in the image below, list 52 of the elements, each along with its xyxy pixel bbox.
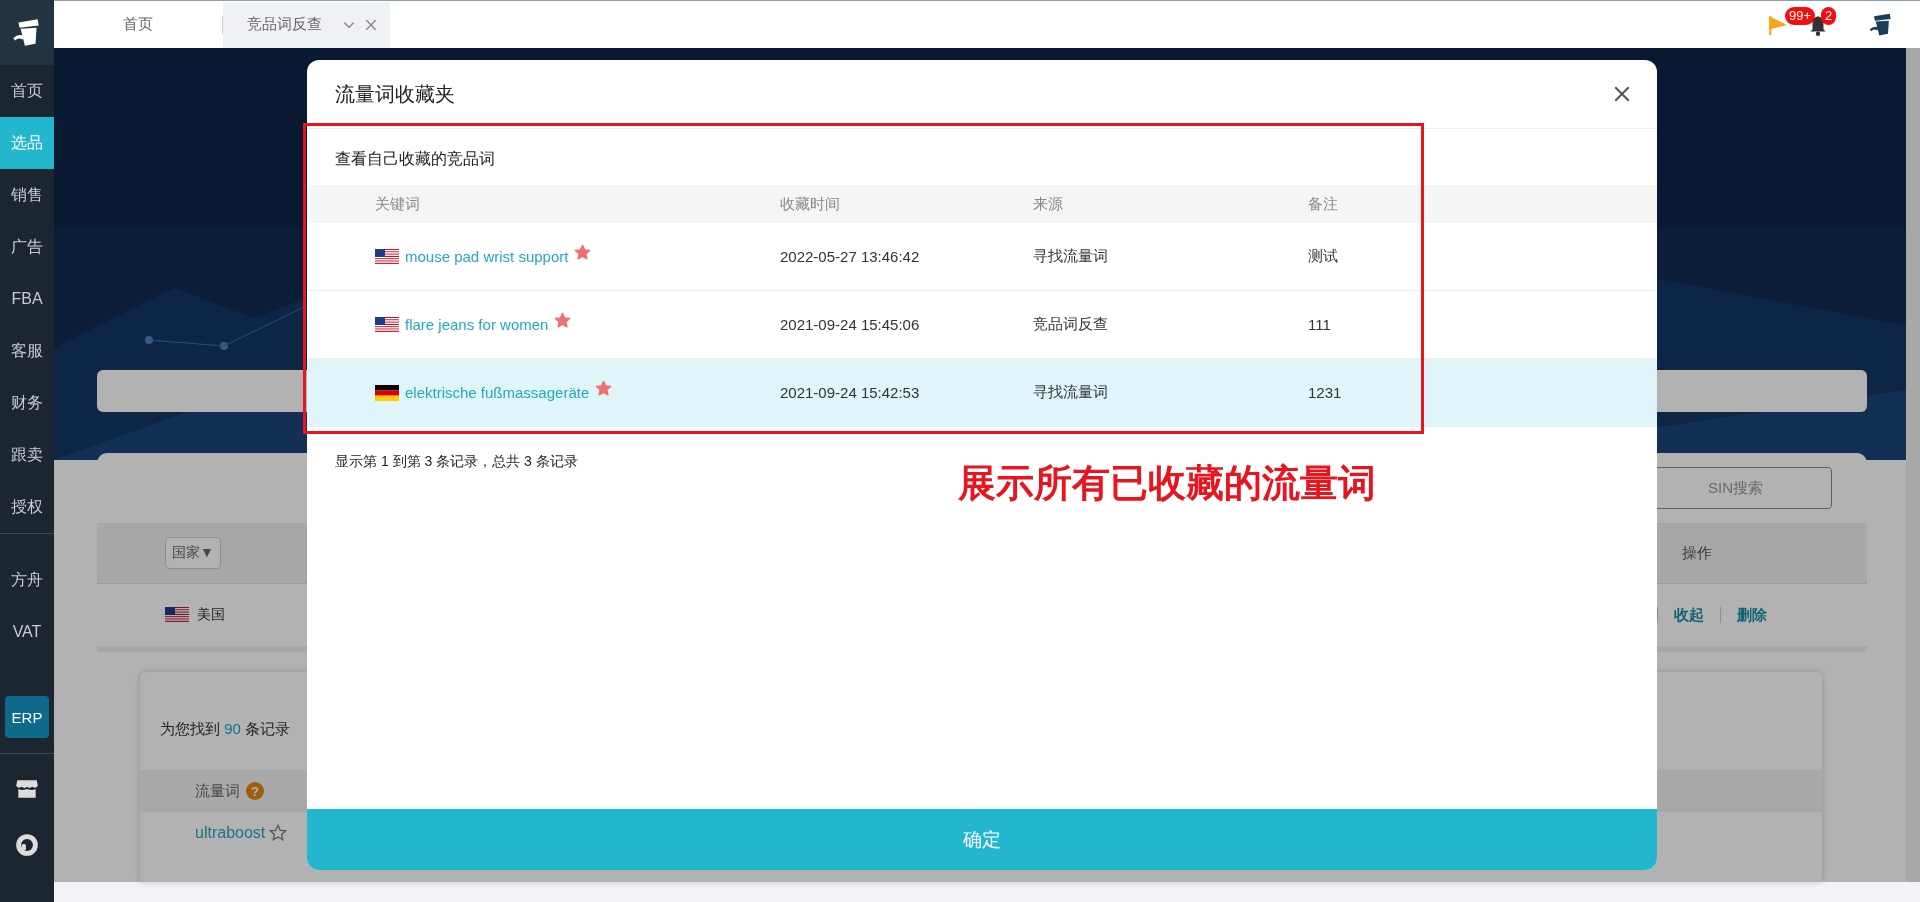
section-title: 查看自己收藏的竞品词 <box>334 149 496 169</box>
sidebar-item[interactable]: 销售 <box>0 169 54 221</box>
table-row[interactable]: elektrische fußmassageräte 2021-09-24 15:42:53 寻找流量词 1231 <box>307 359 1657 427</box>
table-cell: 测试 <box>1308 247 1338 266</box>
tab[interactable]: 竞品词反查 <box>223 1 390 48</box>
tab-label[interactable]: 首页 <box>123 15 153 34</box>
table-cell: 寻找流量词 <box>1033 247 1108 266</box>
sidebar-item[interactable]: 授权 <box>0 481 54 533</box>
column-header: 关键词 <box>375 194 420 214</box>
scrollbar[interactable] <box>1906 48 1920 882</box>
sidebar-item[interactable]: VAT <box>0 606 54 658</box>
sidebar-item[interactable]: 跟卖 <box>0 429 54 481</box>
star-icon[interactable] <box>574 244 592 261</box>
table-cell: 寻找流量词 <box>1033 383 1108 402</box>
country-name: 美国 <box>197 606 225 624</box>
table-cell: 1231 <box>1308 384 1342 401</box>
star-icon[interactable] <box>595 380 613 397</box>
annotation-text: 展示所有已收藏的流量词 <box>958 461 1376 506</box>
result-count-text: 为您找到 90 条记录 <box>159 719 292 739</box>
sidebar-item[interactable]: 首页 <box>0 65 54 117</box>
action-link[interactable]: 收起 <box>1674 605 1704 625</box>
table-cell: 2021-09-24 15:42:53 <box>780 384 920 401</box>
sidebar-item[interactable]: 财务 <box>0 377 54 429</box>
flag-icon[interactable] <box>1767 13 1789 36</box>
country-dropdown[interactable]: 国家▼ <box>165 537 221 569</box>
column-header: 备注 <box>1308 194 1338 214</box>
action-link[interactable]: 删除 <box>1737 605 1767 625</box>
sidebar-item[interactable]: 方舟 <box>0 554 54 606</box>
star-outline-icon[interactable] <box>269 824 288 842</box>
table-cell: 2021-09-24 15:45:06 <box>780 316 920 333</box>
column-header: 流量词 <box>195 781 240 801</box>
sidebar-item[interactable]: FBA <box>0 273 54 325</box>
column-header: 收藏时间 <box>780 194 840 214</box>
tab[interactable]: 首页 <box>54 1 222 48</box>
sidebar-item[interactable]: 客服 <box>0 325 54 377</box>
table-cell: 竞品词反查 <box>1033 315 1108 334</box>
modal-title: 流量词收藏夹 <box>335 81 455 107</box>
table-row[interactable]: mouse pad wrist support 2022-05-27 13:46:42 寻找流量词 测试 <box>307 223 1657 291</box>
placeholder-text: SIN搜索 <box>1708 478 1763 498</box>
table-cell: 2022-05-27 13:46:42 <box>780 248 920 265</box>
pagination-text: 显示第 1 到第 3 条记录，总共 3 条记录 <box>334 452 579 471</box>
erp-button[interactable]: ERP <box>5 696 49 738</box>
sidebar-item[interactable]: 广告 <box>0 221 54 273</box>
close-icon[interactable] <box>364 17 378 32</box>
column-header: 操作 <box>1682 543 1712 563</box>
tab-label[interactable]: 竞品词反查 <box>247 15 322 34</box>
table-cell: 111 <box>1308 316 1331 333</box>
column-header: 来源 <box>1033 194 1063 214</box>
notification-badge: 99+ <box>1785 6 1816 25</box>
close-icon[interactable] <box>1613 85 1631 103</box>
notification-badge: 2 <box>1821 6 1837 25</box>
star-icon[interactable] <box>554 312 572 329</box>
